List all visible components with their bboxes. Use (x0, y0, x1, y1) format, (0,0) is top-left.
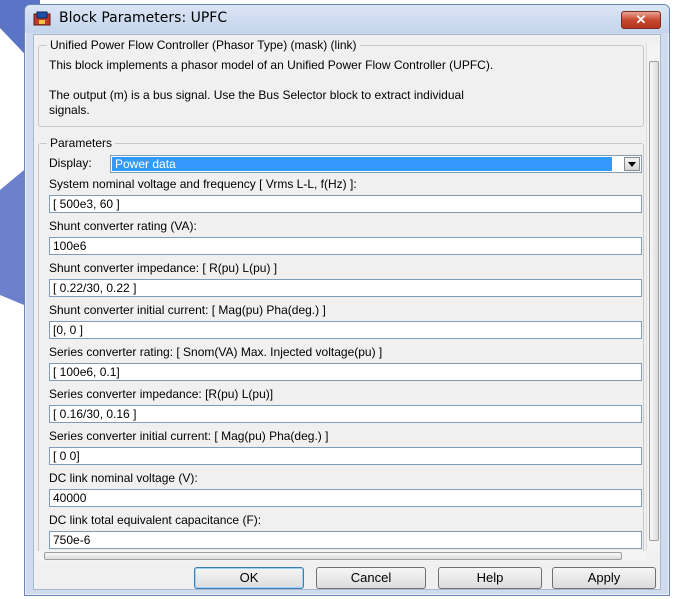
vertical-scroll-thumb[interactable] (649, 61, 659, 541)
display-label: Display: (49, 156, 92, 170)
description-group: Unified Power Flow Controller (Phasor Ty… (38, 38, 644, 127)
shunt-rating-input[interactable]: 100e6 (49, 237, 642, 255)
window-title: Block Parameters: UPFC (59, 10, 228, 26)
description-text: This block implements a phasor model of … (49, 58, 494, 72)
help-button[interactable]: Help (438, 567, 542, 589)
display-select-value: Power data (112, 157, 612, 171)
shunt-initial-current-input[interactable]: [0, 0 ] (49, 321, 642, 339)
display-select[interactable]: Power data (110, 155, 642, 173)
field-label: DC link total equivalent capacitance (F)… (49, 513, 262, 527)
cancel-button[interactable]: Cancel (316, 567, 426, 589)
dc-link-capacitance-input[interactable]: 750e-6 (49, 531, 642, 549)
dc-link-voltage-input[interactable]: 40000 (49, 489, 642, 507)
parameters-group-title: Parameters (47, 136, 116, 150)
field-label: System nominal voltage and frequency [ V… (49, 177, 357, 191)
field-label: DC link nominal voltage (V): (49, 471, 198, 485)
vertical-scrollbar[interactable] (646, 43, 660, 551)
simulink-block-icon (33, 11, 51, 27)
field-label: Shunt converter impedance: [ R(pu) L(pu)… (49, 261, 278, 275)
horizontal-scroll-thumb[interactable] (44, 552, 622, 560)
chevron-down-icon[interactable] (624, 157, 640, 171)
field-label: Shunt converter initial current: [ Mag(p… (49, 303, 326, 317)
nominal-voltage-frequency-input[interactable]: [ 500e3, 60 ] (49, 195, 642, 213)
field-label: Series converter rating: [ Snom(VA) Max.… (49, 345, 383, 359)
field-label: Series converter initial current: [ Mag(… (49, 429, 329, 443)
description-text: signals. (49, 103, 90, 117)
close-button[interactable]: ✕ (621, 11, 661, 29)
field-label: Series converter impedance: [R(pu) L(pu)… (49, 387, 274, 401)
dialog-client: Unified Power Flow Controller (Phasor Ty… (33, 34, 661, 590)
shunt-impedance-input[interactable]: [ 0.22/30, 0.22 ] (49, 279, 642, 297)
apply-button[interactable]: Apply (552, 567, 656, 589)
ok-button[interactable]: OK (194, 567, 304, 589)
parameters-group: Parameters Display: Power data System no… (38, 136, 644, 555)
horizontal-scrollbar[interactable] (34, 551, 646, 561)
series-impedance-input[interactable]: [ 0.16/30, 0.16 ] (49, 405, 642, 423)
series-initial-current-input[interactable]: [ 0 0] (49, 447, 642, 465)
description-group-title: Unified Power Flow Controller (Phasor Ty… (47, 38, 360, 52)
title-bar[interactable]: Block Parameters: UPFC ✕ (25, 5, 669, 33)
description-text: The output (m) is a bus signal. Use the … (49, 88, 464, 102)
field-label: Shunt converter rating (VA): (49, 219, 197, 233)
dialog-window: Block Parameters: UPFC ✕ Unified Power F… (24, 4, 670, 596)
series-rating-input[interactable]: [ 100e6, 0.1] (49, 363, 642, 381)
